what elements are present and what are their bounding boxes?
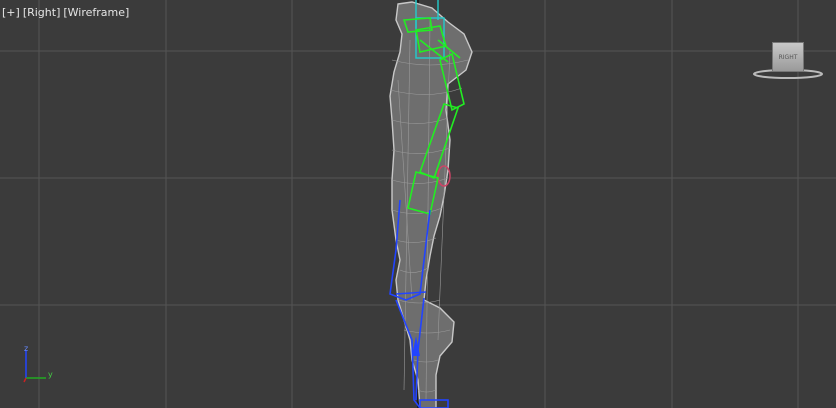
viewport-label-menu: [+] [Right] [Wireframe]: [2, 6, 129, 19]
viewcube[interactable]: RIGHT: [752, 40, 824, 82]
viewcube-face-right[interactable]: RIGHT: [772, 42, 804, 72]
viewport-plus-menu[interactable]: [+]: [2, 6, 20, 19]
axis-y-label: y: [48, 370, 53, 379]
viewport-shading-menu[interactable]: [Wireframe]: [63, 6, 129, 19]
viewport-point-of-view-menu[interactable]: [Right]: [23, 6, 61, 19]
axis-z-label: z: [24, 344, 29, 353]
viewport-right[interactable]: [+] [Right] [Wireframe] RIGHT z y: [0, 0, 836, 408]
character-mesh[interactable]: [389, 1, 473, 408]
viewport-grid: [0, 0, 836, 408]
